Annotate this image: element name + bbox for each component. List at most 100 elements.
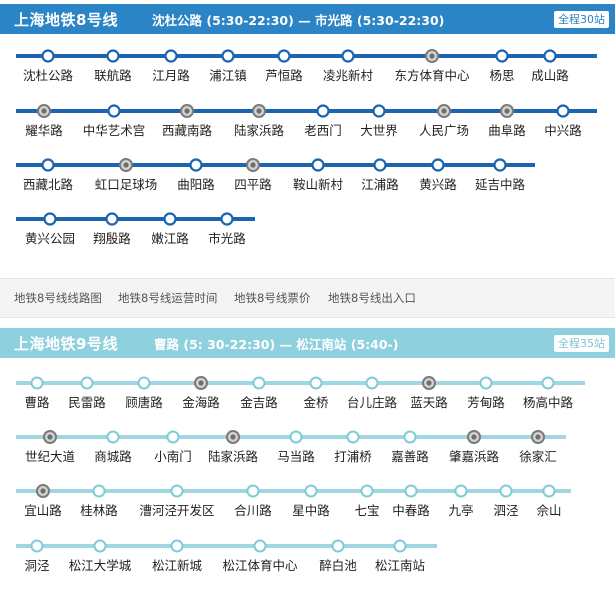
station-marker[interactable] (360, 484, 374, 498)
station-label[interactable]: 人民广场 (419, 123, 469, 138)
station-label[interactable]: 曲阜路 (488, 123, 526, 138)
station-label[interactable]: 曲阳路 (177, 177, 215, 192)
station-label[interactable]: 沈杜公路 (23, 68, 74, 83)
station-marker[interactable] (431, 158, 445, 172)
station-marker[interactable] (106, 430, 120, 444)
station-marker[interactable] (106, 49, 120, 63)
station-label[interactable]: 杨思 (489, 68, 514, 83)
station-label[interactable]: 佘山 (536, 503, 561, 518)
station-label[interactable]: 醉白池 (319, 558, 357, 573)
station-marker[interactable] (41, 49, 55, 63)
station-marker[interactable] (41, 158, 55, 172)
station-marker[interactable] (170, 539, 184, 553)
station-label[interactable]: 民雷路 (68, 395, 106, 410)
station-marker[interactable] (556, 104, 570, 118)
station-label[interactable]: 七宝 (354, 503, 379, 518)
station-marker[interactable] (309, 376, 323, 390)
station-label[interactable]: 江月路 (152, 68, 190, 83)
station-label[interactable]: 马当路 (277, 449, 315, 464)
station-label[interactable]: 桂林路 (80, 503, 118, 518)
station-marker[interactable] (107, 104, 121, 118)
station-label[interactable]: 曹路 (24, 395, 50, 410)
station-marker[interactable] (543, 49, 557, 63)
station-label[interactable]: 芳甸路 (467, 395, 505, 410)
station-label[interactable]: 浦江镇 (209, 68, 247, 83)
station-label[interactable]: 嘉善路 (391, 449, 429, 464)
station-marker[interactable] (92, 484, 106, 498)
station-marker[interactable] (220, 212, 234, 226)
station-label[interactable]: 芦恒路 (265, 68, 303, 83)
station-marker[interactable] (93, 539, 107, 553)
station-label[interactable]: 耀华路 (25, 123, 63, 138)
station-label[interactable]: 杨高中路 (523, 395, 574, 410)
station-label[interactable]: 嫩江路 (151, 231, 189, 246)
station-marker[interactable] (189, 158, 203, 172)
station-label[interactable]: 顾唐路 (125, 395, 163, 410)
station-label[interactable]: 西藏北路 (23, 177, 74, 192)
station-label[interactable]: 漕河泾开发区 (139, 503, 214, 518)
station-label[interactable]: 联航路 (94, 68, 132, 83)
station-marker[interactable] (341, 49, 355, 63)
station-label[interactable]: 世纪大道 (25, 449, 76, 464)
station-marker[interactable] (542, 484, 556, 498)
station-marker[interactable] (454, 484, 468, 498)
station-marker[interactable] (289, 430, 303, 444)
station-marker[interactable] (495, 49, 509, 63)
station-label[interactable]: 宜山路 (24, 503, 62, 518)
station-marker[interactable] (499, 484, 513, 498)
station-marker[interactable] (137, 376, 151, 390)
station-label[interactable]: 松江南站 (375, 558, 425, 573)
station-label[interactable]: 合川路 (234, 503, 272, 518)
station-label[interactable]: 中华艺术宫 (83, 123, 146, 138)
station-label[interactable]: 星中路 (292, 503, 330, 518)
station-marker[interactable] (304, 484, 318, 498)
station-marker[interactable] (166, 430, 180, 444)
station-marker[interactable] (43, 212, 57, 226)
station-marker[interactable] (252, 376, 266, 390)
station-marker[interactable] (346, 430, 360, 444)
station-marker[interactable] (246, 484, 260, 498)
station-label[interactable]: 肇嘉浜路 (449, 449, 500, 464)
station-marker[interactable] (403, 430, 417, 444)
station-marker[interactable] (316, 104, 330, 118)
station-label[interactable]: 洞泾 (24, 558, 49, 573)
station-label[interactable]: 鞍山新村 (293, 177, 344, 192)
station-marker[interactable] (30, 376, 44, 390)
station-marker[interactable] (277, 49, 291, 63)
station-label[interactable]: 市光路 (208, 231, 246, 246)
station-label[interactable]: 商城路 (94, 449, 132, 464)
station-label[interactable]: 松江体育中心 (222, 558, 298, 573)
station-marker[interactable] (105, 212, 119, 226)
station-label[interactable]: 九亭 (448, 503, 473, 518)
station-marker[interactable] (541, 376, 555, 390)
station-marker[interactable] (170, 484, 184, 498)
station-label[interactable]: 中春路 (392, 503, 430, 518)
station-label[interactable]: 江浦路 (361, 177, 399, 192)
station-marker[interactable] (493, 158, 507, 172)
station-label[interactable]: 延吉中路 (475, 177, 526, 192)
station-label[interactable]: 松江新城 (152, 558, 203, 573)
station-label[interactable]: 小南门 (154, 449, 192, 464)
station-label[interactable]: 松江大学城 (69, 558, 132, 573)
station-label[interactable]: 四平路 (234, 177, 272, 192)
station-label[interactable]: 陆家浜路 (208, 449, 259, 464)
station-label[interactable]: 金吉路 (240, 395, 278, 410)
station-label[interactable]: 东方体育中心 (394, 68, 470, 83)
station-label[interactable]: 中兴路 (544, 123, 582, 138)
station-label[interactable]: 黄兴公园 (25, 231, 75, 246)
station-label[interactable]: 大世界 (360, 123, 398, 138)
station-label[interactable]: 凌兆新村 (323, 68, 374, 83)
station-label[interactable]: 成山路 (531, 68, 569, 83)
station-label[interactable]: 台儿庄路 (347, 395, 398, 410)
station-marker[interactable] (163, 212, 177, 226)
station-label[interactable]: 陆家浜路 (234, 123, 285, 138)
station-label[interactable]: 蓝天路 (410, 395, 448, 410)
station-marker[interactable] (80, 376, 94, 390)
station-label[interactable]: 打浦桥 (334, 449, 372, 464)
station-marker[interactable] (372, 104, 386, 118)
station-label[interactable]: 虹口足球场 (95, 177, 158, 192)
station-label[interactable]: 泗泾 (493, 503, 518, 518)
station-label[interactable]: 金桥 (303, 395, 329, 410)
station-marker[interactable] (404, 484, 418, 498)
station-label[interactable]: 徐家汇 (519, 449, 557, 464)
